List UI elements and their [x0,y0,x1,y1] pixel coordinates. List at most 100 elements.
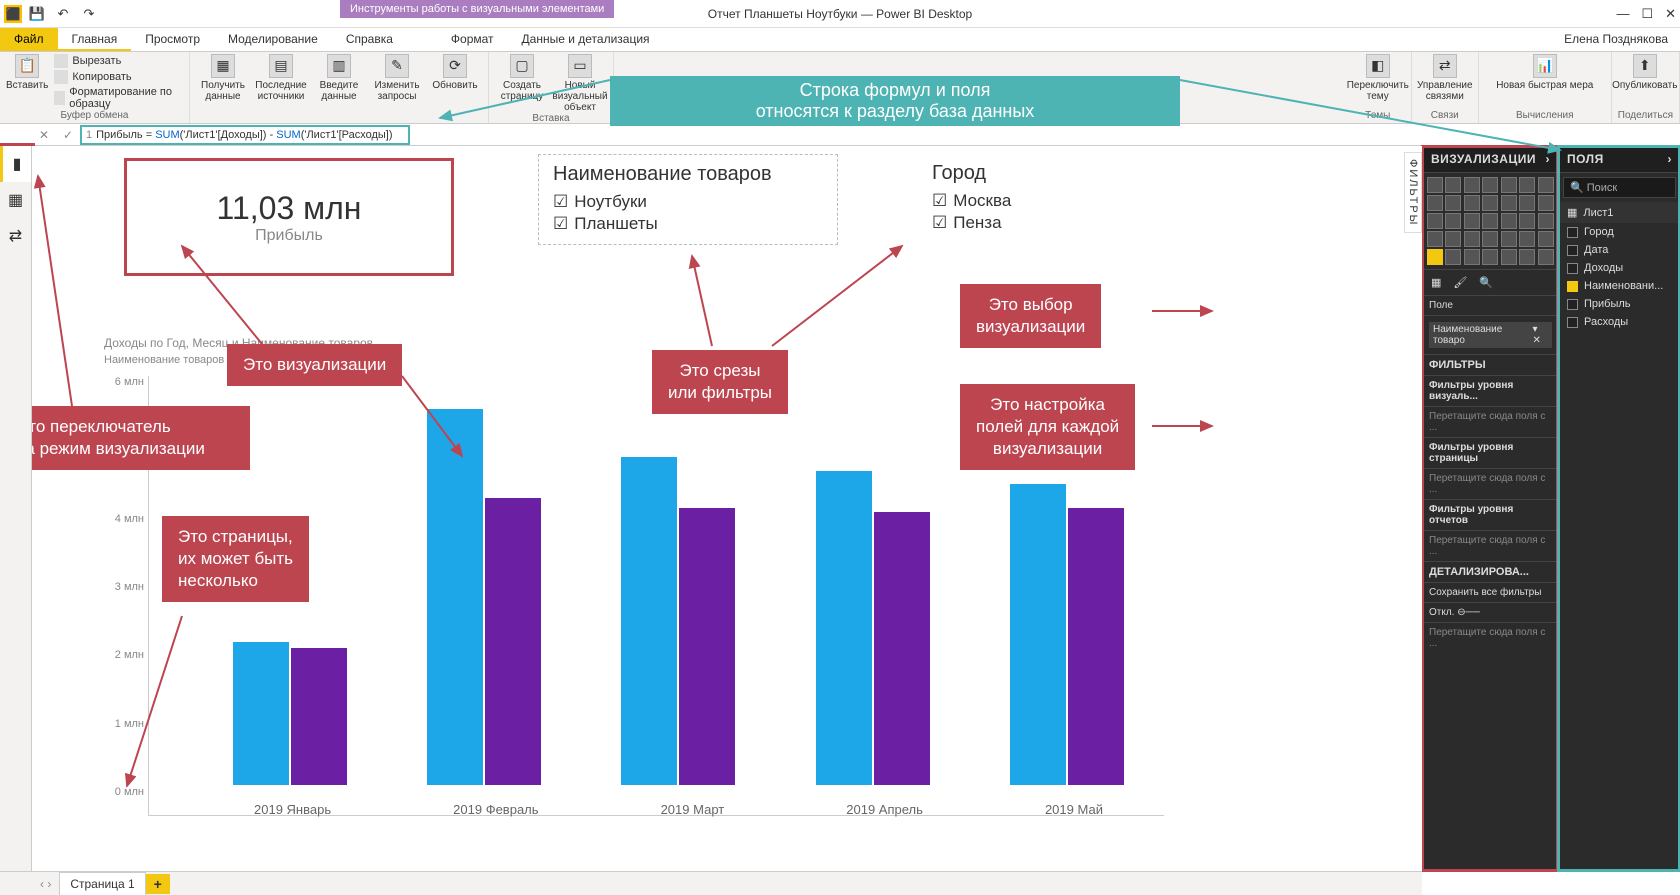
viz-type-icon[interactable] [1519,231,1535,247]
redo-icon[interactable]: ↷ [78,3,100,25]
viz-type-icon[interactable] [1427,213,1443,229]
paste-button[interactable]: 📋Вставить [6,54,48,110]
confirm-formula-icon[interactable]: ✓ [56,128,80,142]
field-row[interactable]: Наименовани... [1559,277,1680,295]
filters-section-header[interactable]: ФИЛЬТРЫ [1423,354,1558,375]
checkbox-icon[interactable] [1567,245,1578,256]
viz-type-icon[interactable] [1538,195,1554,211]
field-row[interactable]: Расходы [1559,313,1680,331]
data-view-button[interactable]: ▦ [0,182,31,218]
page-tab[interactable]: Страница 1 [59,872,145,895]
field-pill[interactable]: Наименование товаро▾ ✕ [1429,322,1552,348]
viz-type-icon[interactable] [1482,231,1498,247]
refresh-button[interactable]: ⟳Обновить [428,54,482,91]
viz-type-icon[interactable] [1519,177,1535,193]
viz-type-icon[interactable] [1464,231,1480,247]
checkbox-icon[interactable] [1567,281,1578,292]
save-icon[interactable]: 💾 [26,3,48,25]
quick-measure-button[interactable]: 📊Новая быстрая мера [1485,54,1605,91]
tab-help[interactable]: Справка [332,28,407,51]
viz-type-icon[interactable] [1501,177,1517,193]
tab-view[interactable]: Просмотр [131,28,214,51]
viz-type-icon[interactable] [1482,249,1498,265]
viz-type-icon[interactable] [1464,213,1480,229]
new-visual-button[interactable]: ▭Новый визуальный объект [553,54,607,113]
undo-icon[interactable]: ↶ [52,3,74,25]
table-header[interactable]: ▦Лист1 [1559,202,1680,223]
checkbox-icon[interactable] [1567,263,1578,274]
viz-type-icon[interactable] [1445,177,1461,193]
relations-button[interactable]: ⇄Управление связями [1418,54,1472,102]
checkbox-icon[interactable] [1567,317,1578,328]
user-name[interactable]: Елена Позднякова [1564,32,1668,46]
viz-type-icon[interactable] [1464,195,1480,211]
checkbox-icon[interactable] [1567,227,1578,238]
fields-pane-header[interactable]: ПОЛЯ› [1559,146,1680,173]
model-view-button[interactable]: ⇄ [0,218,31,254]
viz-type-icon[interactable] [1501,213,1517,229]
viz-type-icon[interactable] [1427,231,1443,247]
switch-theme-button[interactable]: ◧Переключить тему [1351,54,1405,102]
format-tab-icon[interactable]: 🖌 [1453,276,1467,289]
field-well-label: Поле [1423,295,1558,315]
report-canvas[interactable]: ФИЛЬТРЫ 11,03 млн Прибыль Наименование т… [32,146,1422,871]
viz-type-icon[interactable] [1482,195,1498,211]
viz-type-icon[interactable] [1482,177,1498,193]
fields-tab-icon[interactable]: ▦ [1431,276,1441,289]
annotation-fields-config: Это настройка полей для каждой визуализа… [960,384,1135,470]
viz-type-icon[interactable] [1538,231,1554,247]
viz-type-icon[interactable] [1501,249,1517,265]
tab-data[interactable]: Данные и детализация [508,28,664,51]
viz-type-icon[interactable] [1538,249,1554,265]
field-row[interactable]: Прибыль [1559,295,1680,313]
publish-button[interactable]: ⬆Опубликовать [1618,54,1672,91]
cut-button[interactable]: Вырезать [54,54,183,68]
analytics-tab-icon[interactable]: 🔍 [1479,276,1493,289]
viz-type-icon[interactable] [1482,213,1498,229]
maximize-button[interactable]: ☐ [1641,6,1653,22]
tab-modeling[interactable]: Моделирование [214,28,332,51]
viz-type-icon[interactable] [1519,195,1535,211]
new-page-button[interactable]: ▢Создать страницу [495,54,549,102]
report-view-button[interactable]: ▮ [0,146,31,182]
minimize-button[interactable]: — [1616,6,1629,22]
copy-button[interactable]: Копировать [54,70,183,84]
viz-type-icon[interactable] [1538,213,1554,229]
field-row[interactable]: Доходы [1559,259,1680,277]
viz-type-icon[interactable] [1464,177,1480,193]
field-row[interactable]: Дата [1559,241,1680,259]
get-data-button[interactable]: ▦Получить данные [196,54,250,102]
viz-type-slicer-icon[interactable] [1427,249,1443,265]
edit-queries-button[interactable]: ✎Изменить запросы [370,54,424,102]
viz-type-icon[interactable] [1501,195,1517,211]
viz-type-icon[interactable] [1464,249,1480,265]
fields-search-input[interactable]: 🔍 Поиск [1563,177,1676,198]
formula-input[interactable]: 1Прибыль = SUM('Лист1'[Доходы]) - SUM('Л… [80,125,410,145]
viz-type-icon[interactable] [1519,213,1535,229]
file-tab[interactable]: Файл [0,28,58,51]
format-painter-button[interactable]: Форматирование по образцу [54,86,183,110]
checkbox-icon[interactable] [1567,299,1578,310]
field-row[interactable]: Город [1559,223,1680,241]
recent-sources-button[interactable]: ▤Последние источники [254,54,308,102]
viz-type-icon[interactable] [1445,249,1461,265]
tab-home[interactable]: Главная [58,28,132,51]
add-page-button[interactable]: + [146,874,170,894]
viz-pane-header[interactable]: ВИЗУАЛИЗАЦИИ› [1423,146,1558,173]
viz-type-icon[interactable] [1427,177,1443,193]
viz-type-icon[interactable] [1501,231,1517,247]
tab-format[interactable]: Формат [437,28,508,51]
main-area: ▮ ▦ ⇄ ФИЛЬТРЫ 11,03 млн Прибыль Наименов… [0,146,1680,871]
title-bar: ⬛ 💾 ↶ ↷ Инструменты работы с визуальными… [0,0,1680,28]
enter-data-button[interactable]: ▥Введите данные [312,54,366,102]
cancel-formula-icon[interactable]: ✕ [32,128,56,142]
viz-type-icon[interactable] [1445,195,1461,211]
viz-type-icon[interactable] [1519,249,1535,265]
viz-type-icon[interactable] [1538,177,1554,193]
close-button[interactable]: ✕ [1665,6,1676,22]
filters-flyout-tab[interactable]: ФИЛЬТРЫ [1404,152,1422,233]
viz-type-icon[interactable] [1445,213,1461,229]
keep-filters-toggle[interactable]: Откл. ⊖── [1423,602,1558,622]
viz-type-icon[interactable] [1427,195,1443,211]
viz-type-icon[interactable] [1445,231,1461,247]
